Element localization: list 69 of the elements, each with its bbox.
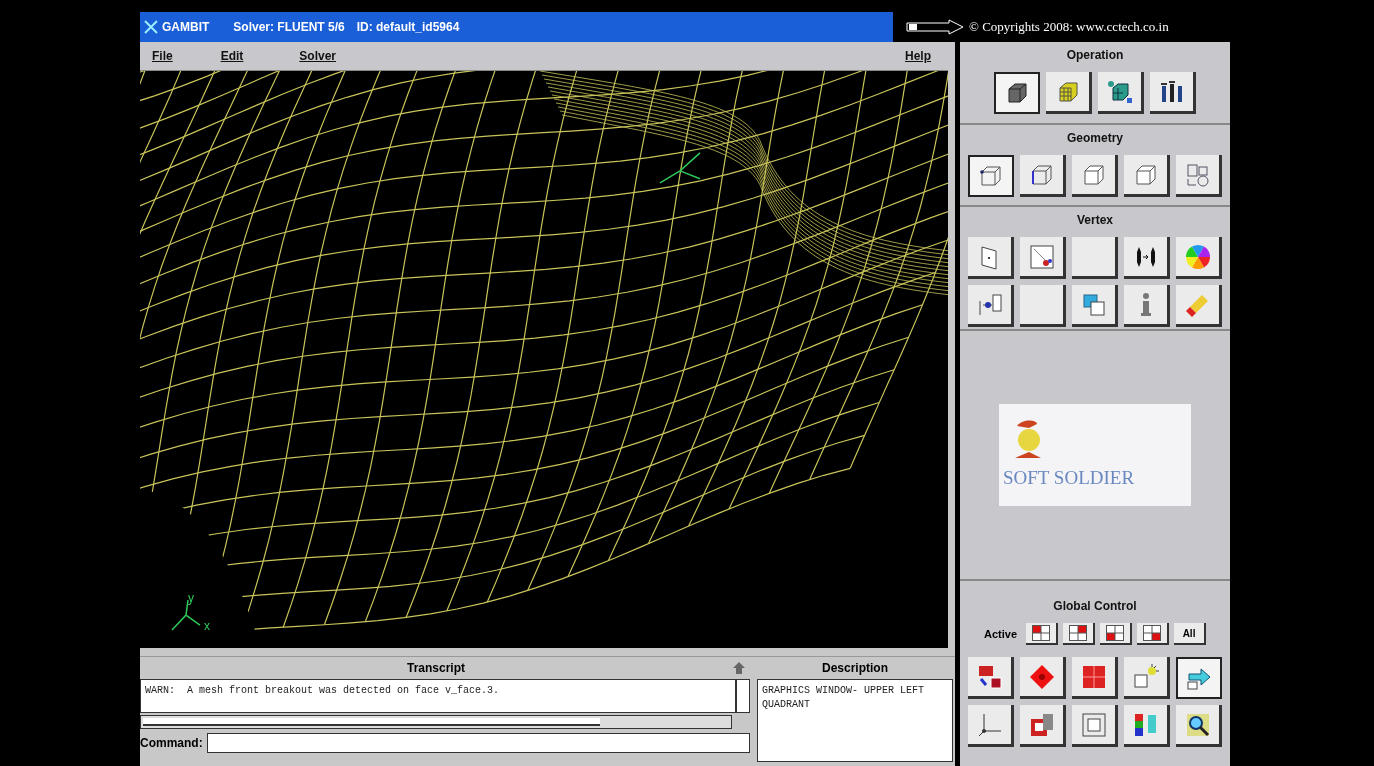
description-text: GRAPHICS WINDOW- UPPER LEFT QUADRANT [757, 679, 953, 762]
tool-button[interactable] [1176, 285, 1222, 327]
section-title: Vertex [1077, 212, 1113, 229]
tool-button[interactable] [1176, 657, 1222, 699]
tool-button[interactable] [1020, 237, 1066, 279]
tool-button[interactable] [1072, 657, 1118, 699]
x-logo-icon [144, 20, 158, 34]
arrow-icon [905, 19, 965, 35]
tool-button[interactable] [1072, 237, 1118, 279]
tool-button[interactable] [1124, 657, 1170, 699]
menu-item[interactable]: Edit [220, 47, 244, 65]
horizontal-scrollbar[interactable] [140, 715, 732, 729]
light-icon [1131, 662, 1160, 691]
tool-button[interactable] [1124, 705, 1170, 747]
section-title: Operation [1066, 47, 1124, 64]
quadrant-button[interactable] [1137, 623, 1169, 645]
tool-button[interactable] [1020, 285, 1066, 327]
active-label: Active [984, 626, 1017, 642]
command-field[interactable] [206, 733, 750, 753]
quadrant-icon [1032, 625, 1050, 641]
tool-button[interactable] [1072, 285, 1118, 327]
id-label: ID: default_id5964 [356, 19, 460, 36]
vertical-scrollbar[interactable] [736, 679, 750, 713]
menu-item[interactable]: File [152, 47, 173, 65]
line-point-icon [1027, 242, 1056, 271]
quadrant-icon [1106, 625, 1124, 641]
tool-button[interactable] [994, 72, 1040, 114]
tool-button[interactable] [1124, 155, 1170, 197]
color-wheel-icon [1183, 242, 1212, 271]
axis-label: x [204, 619, 210, 634]
tool-button[interactable] [1124, 237, 1170, 279]
tool-button[interactable] [1124, 285, 1170, 327]
all-quadrants-button[interactable]: All [1174, 623, 1206, 645]
tool-button[interactable] [968, 155, 1014, 197]
tool-button[interactable] [968, 705, 1014, 747]
app-title: GAMBIT [144, 18, 210, 36]
tool-button[interactable] [1046, 72, 1092, 114]
tool-button[interactable] [1176, 237, 1222, 279]
quadrant-button[interactable] [1100, 623, 1132, 645]
menu-item[interactable]: Solver [299, 47, 337, 65]
tool-button[interactable] [1020, 657, 1066, 699]
tool-button[interactable] [1072, 705, 1118, 747]
solver-label: Solver: FLUENT 5/6 [233, 19, 345, 36]
description-title: Description [821, 660, 889, 677]
transcript-title: Transcript [406, 660, 466, 677]
tool-button[interactable] [1176, 155, 1222, 197]
tool-button[interactable] [968, 285, 1014, 327]
axis-triad-drawing [659, 152, 701, 184]
quadrant-icon [1069, 625, 1087, 641]
logo-text: SOFT SOLDIER [1003, 465, 1135, 490]
section-title: Global Control [1053, 598, 1137, 615]
tool-button[interactable] [1072, 155, 1118, 197]
tool-button[interactable] [1176, 705, 1222, 747]
frame-icon [1079, 710, 1108, 739]
command-label: Command: [140, 735, 203, 752]
axis-label: y [188, 591, 194, 606]
tool-button[interactable] [1020, 705, 1066, 747]
quadrant-icon [1143, 625, 1161, 641]
tool-button[interactable] [1150, 72, 1196, 114]
tool-button[interactable] [1098, 72, 1144, 114]
tool-button[interactable] [968, 657, 1014, 699]
tool-button[interactable] [1020, 155, 1066, 197]
menu-item[interactable]: Help [905, 47, 931, 65]
quadrant-button[interactable] [1026, 623, 1058, 645]
transcript-line: WARN: A mesh front breakout was detected on face v_face.3. [145, 684, 501, 698]
section-title: Geometry [1067, 130, 1123, 147]
tool-button[interactable] [968, 237, 1014, 279]
quadrant-button[interactable] [1063, 623, 1095, 645]
copyright-text: © Copyrights 2008: www.cctech.co.in [969, 18, 1169, 37]
